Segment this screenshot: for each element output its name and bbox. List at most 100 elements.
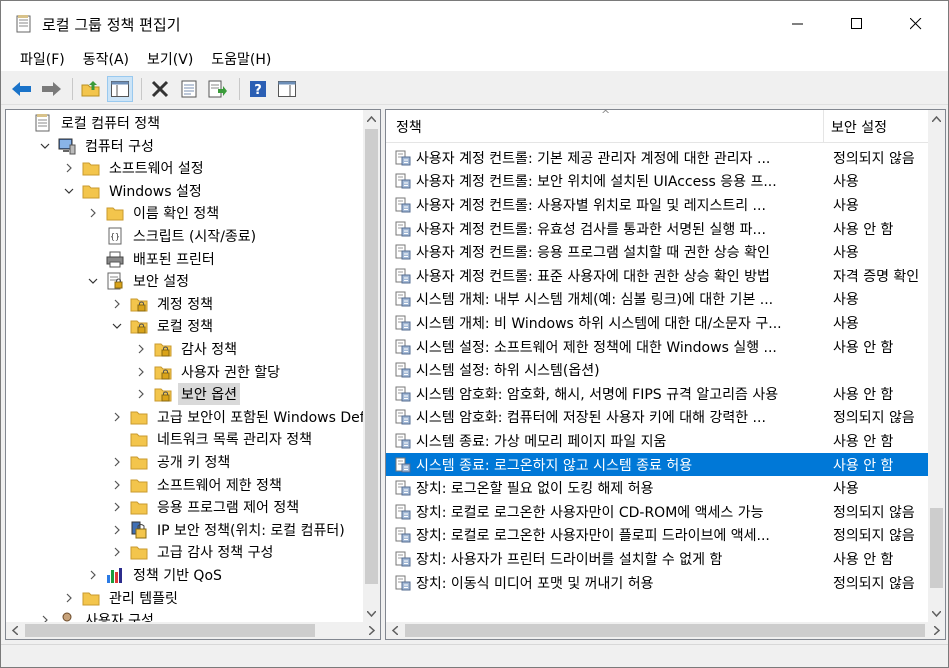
tree-item[interactable]: Windows 설정 [62,180,205,202]
policy-row[interactable]: 장치: 로컬로 로그온한 사용자만이 CD-ROM에 액세스 가능 정의되지 않음 [386,500,928,524]
tree-item[interactable]: 보안 옵션 [134,383,240,406]
list-horizontal-scrollbar[interactable] [386,622,945,639]
policy-row[interactable]: 시스템 개체: 내부 시스템 개체(예: 심볼 링크)에 대한 기본 ... 사용 [386,288,928,312]
chevron-right-icon[interactable] [86,202,100,224]
chevron-right-icon[interactable] [110,496,124,518]
tree-item[interactable]: 관리 템플릿 [62,587,181,609]
policy-row[interactable]: 시스템 개체: 비 Windows 하위 시스템에 대한 대/소문자 구... 사… [386,311,928,335]
tree-item[interactable]: 감사 정책 [134,338,240,360]
policy-row[interactable]: 장치: 로컬로 로그온한 사용자만이 플로피 드라이브에 액세... 정의되지 않… [386,524,928,548]
close-button[interactable] [889,1,943,47]
menu-action[interactable]: 동작(A) [74,49,138,69]
tree-item[interactable]: 이름 확인 정책 [86,202,222,224]
help-button[interactable]: ? [245,76,271,102]
chevron-right-icon[interactable] [110,451,124,473]
list-horizontal-thumb[interactable] [405,624,925,637]
chevron-right-icon[interactable] [62,587,76,609]
console-tree[interactable]: 로컬 컴퓨터 정책 컴퓨터 구성 소프트웨어 설정 Windows 설정 이름 확인 정… [5,109,381,640]
tree-item[interactable]: 소프트웨어 제한 정책 [110,474,285,496]
chevron-right-icon[interactable] [134,361,148,383]
tree-item[interactable]: 로컬 정책 [110,315,216,337]
chevron-down-icon[interactable] [86,270,100,292]
chevron-down-icon[interactable] [38,135,52,157]
policy-row[interactable]: 시스템 설정: 하위 시스템(옵션) [386,358,928,382]
policy-row[interactable]: 장치: 사용자가 프린터 드라이버를 설치할 수 없게 함 사용 안 함 [386,547,928,571]
chevron-left-icon [11,626,18,635]
policy-row[interactable]: 시스템 암호화: 컴퓨터에 저장된 사용자 키에 대해 강력한 ... 정의되지 … [386,406,928,430]
chevron-right-icon[interactable] [110,519,124,541]
list-vertical-thumb[interactable] [930,508,943,588]
menu-file[interactable]: 파일(F) [11,49,74,69]
minimize-button[interactable] [771,1,825,47]
tree-vertical-thumb[interactable] [365,129,378,584]
tree-horizontal-thumb[interactable] [25,624,315,637]
chevron-right-icon[interactable] [110,474,124,496]
policy-name: 사용자 계정 컨트롤: 기본 제공 관리자 계정에 대한 관리자 ... [416,150,771,167]
tree-horizontal-scrollbar[interactable] [6,622,380,639]
scroll-down-arrow[interactable] [928,605,945,622]
chevron-right-icon[interactable] [86,564,100,586]
scroll-down-arrow[interactable] [363,605,380,622]
scroll-right-arrow[interactable] [363,622,380,639]
policy-row[interactable]: 시스템 종료: 로그온하지 않고 시스템 종료 허용 사용 안 함 [386,452,928,477]
policy-row[interactable]: 사용자 계정 컨트롤: 유효성 검사를 통과한 서명된 실행 파... 사용 안 … [386,217,928,241]
tree-vertical-scrollbar[interactable] [363,110,380,622]
tree-item[interactable]: IP 보안 정책(위치: 로컬 컴퓨터) [110,519,348,541]
tree-item[interactable]: 공개 키 정책 [110,451,233,473]
chevron-right-icon[interactable] [110,293,124,315]
delete-button[interactable] [147,76,173,102]
chevron-down-icon[interactable] [62,180,76,202]
tree-item[interactable]: 네트워크 목록 관리자 정책 [110,428,315,450]
policy-row[interactable]: 사용자 계정 컨트롤: 보안 위치에 설치된 UIAccess 응용 프... 사… [386,170,928,194]
properties-button[interactable] [176,76,202,102]
policy-row[interactable]: 장치: 로그온할 필요 없이 도킹 해제 허용 사용 [386,476,928,500]
policy-row[interactable]: 시스템 설정: 소프트웨어 제한 정책에 대한 Windows 실행 ... 사용… [386,335,928,359]
minimize-icon [792,23,803,25]
scroll-left-arrow[interactable] [386,622,403,639]
chevron-right-icon[interactable] [134,383,148,405]
menu-view[interactable]: 보기(V) [138,49,202,69]
column-header-setting[interactable]: 보안 설정 [824,110,934,143]
forward-button[interactable] [38,76,64,102]
tree-item[interactable]: 보안 설정 [86,270,192,292]
policy-row[interactable]: 사용자 계정 컨트롤: 사용자별 위치로 파일 및 레지스트리 ... 사용 [386,193,928,217]
policy-row[interactable]: 사용자 계정 컨트롤: 표준 사용자에 대한 권한 상승 확인 방법 자격 증명 … [386,264,928,288]
column-header-policy[interactable]: 정책 ^ [386,110,824,143]
show-hide-action-pane-button[interactable] [274,76,300,102]
policy-name: 시스템 설정: 하위 시스템(옵션) [416,363,600,380]
policy-list-pane[interactable]: 정책 ^ 보안 설정 사용자 계정 컨트롤: 기본 제공 관리자 계정에 대한 … [385,109,946,640]
tree-item[interactable]: 응용 프로그램 제어 정책 [110,496,302,518]
tree-item[interactable]: 로컬 컴퓨터 정책 [14,112,163,134]
scroll-left-arrow[interactable] [6,622,23,639]
title-bar[interactable]: 로컬 그룹 정책 편집기 [1,1,948,47]
scroll-right-arrow[interactable] [928,622,945,639]
scroll-up-arrow[interactable] [928,110,945,127]
tree-item[interactable]: 고급 감사 정책 구성 [110,541,276,563]
policy-row[interactable]: 시스템 암호화: 암호화, 해시, 서명에 FIPS 규격 알고리즘 사용 사용 … [386,382,928,406]
show-hide-tree-button[interactable] [107,75,133,102]
chevron-right-icon[interactable] [62,157,76,179]
tree-item[interactable]: 정책 기반 QoS [86,564,225,586]
up-level-button[interactable] [78,76,104,102]
back-button[interactable] [9,76,35,102]
chevron-right-icon[interactable] [110,406,124,428]
tree-item[interactable]: {} 스크립트 (시작/종료) [86,225,259,247]
list-vertical-scrollbar[interactable] [928,110,945,622]
maximize-button[interactable] [830,1,884,47]
scroll-up-arrow[interactable] [363,110,380,127]
chevron-right-icon[interactable] [110,541,124,563]
export-list-button[interactable] [205,76,231,102]
chevron-right-icon[interactable] [134,338,148,360]
policy-row[interactable]: 사용자 계정 컨트롤: 응용 프로그램 설치할 때 권한 상승 확인 사용 [386,240,928,264]
policy-row[interactable]: 사용자 계정 컨트롤: 기본 제공 관리자 계정에 대한 관리자 ... 정의되지… [386,146,928,170]
policy-row[interactable]: 장치: 이동식 미디어 포맷 및 꺼내기 허용 정의되지 않음 [386,571,928,595]
tree-item[interactable]: 계정 정책 [110,293,216,315]
tree-item[interactable]: 컴퓨터 구성 [38,135,157,157]
menu-help[interactable]: 도움말(H) [202,49,280,69]
tree-item[interactable]: 소프트웨어 설정 [62,157,207,179]
policy-row[interactable]: 시스템 종료: 가상 메모리 페이지 파일 지움 사용 안 함 [386,429,928,453]
tree-item[interactable]: 배포된 프린터 [86,248,218,270]
tree-item[interactable]: 사용자 권한 할당 [134,361,283,383]
tree-item[interactable]: 고급 보안이 포함된 Windows Def [110,406,368,428]
chevron-down-icon[interactable] [110,315,124,337]
